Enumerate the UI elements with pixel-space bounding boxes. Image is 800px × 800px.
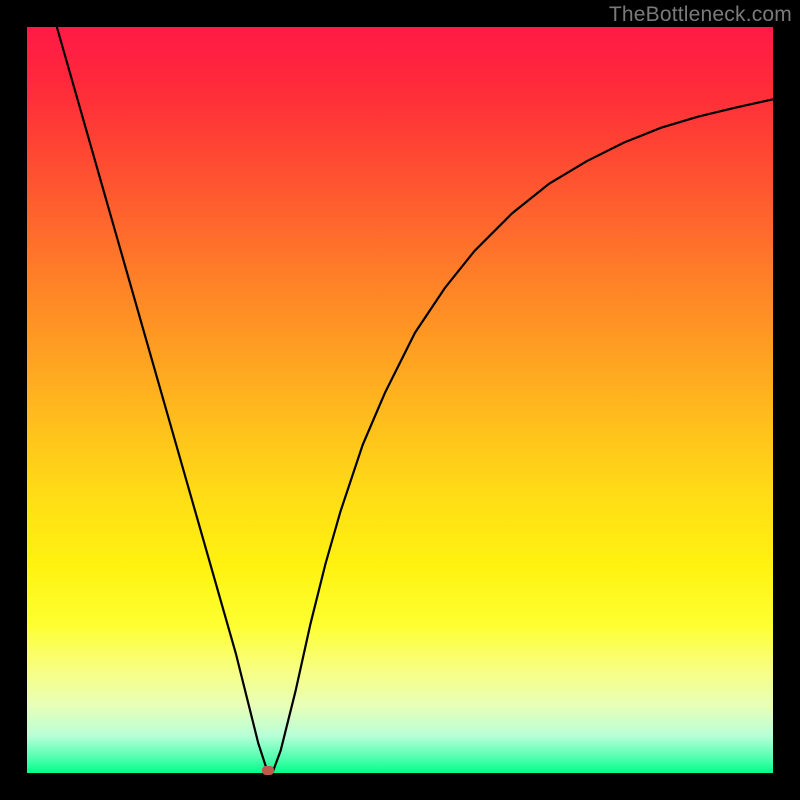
watermark-text: TheBottleneck.com [609, 3, 792, 27]
chart-frame: TheBottleneck.com [0, 0, 800, 800]
bottleneck-curve [57, 27, 773, 773]
curve-layer [27, 27, 773, 773]
optimal-marker [262, 766, 274, 775]
